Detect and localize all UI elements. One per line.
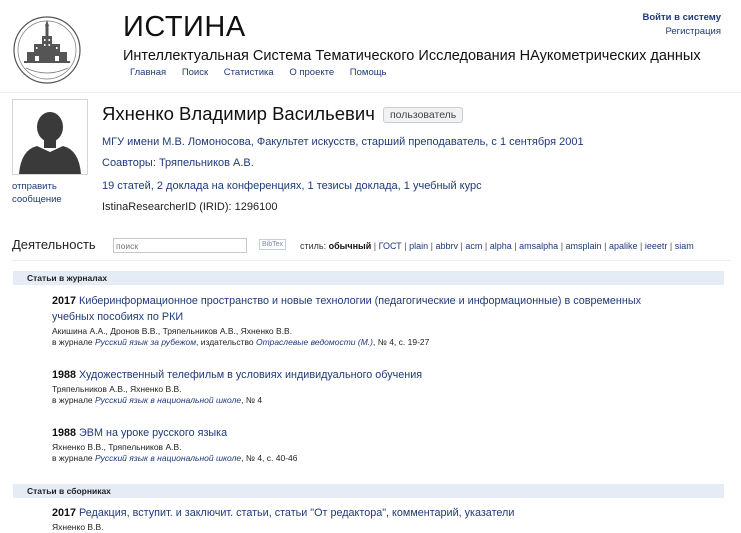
person-name: Яхненко Владимир Васильевич bbox=[102, 103, 375, 124]
section-heading-collection-articles: Статьи в сборниках bbox=[13, 484, 724, 498]
publication-item: 1988 ЭВМ на уроке русского языка Яхненко… bbox=[52, 425, 672, 464]
top-nav: Главная Поиск Статистика О проекте Помощ… bbox=[130, 67, 400, 78]
header-divider bbox=[0, 92, 741, 93]
publication-item: 1988 Художественный телефильм в условиях… bbox=[52, 367, 672, 406]
publication-authors[interactable]: Акишина А.А., Дронов В.В., Тряпельников … bbox=[52, 326, 672, 337]
nav-about-link[interactable]: О проекте bbox=[289, 67, 334, 78]
style-option-alpha[interactable]: alpha bbox=[490, 241, 512, 251]
publication-title[interactable]: 1988 Художественный телефильм в условиях… bbox=[52, 367, 672, 383]
person-silhouette-icon bbox=[13, 100, 87, 174]
site-subtitle: Интеллектуальная Система Тематического И… bbox=[123, 48, 701, 64]
coauthors-link[interactable]: Соавторы: Тряпельников А.В. bbox=[102, 157, 254, 169]
style-option-apalike[interactable]: apalike bbox=[609, 241, 638, 251]
publication-item: 2017 Киберинформационное пространство и … bbox=[52, 293, 672, 348]
publication-year: 2017 bbox=[52, 295, 77, 307]
publication-authors[interactable]: Яхненко В.В., Тряпельников А.В. bbox=[52, 442, 672, 453]
activity-title: Деятельность bbox=[12, 237, 96, 252]
publication-counts-link[interactable]: 19 статей, 2 доклада на конференциях, 1 … bbox=[102, 180, 482, 192]
style-option-amsplain[interactable]: amsplain bbox=[566, 241, 602, 251]
journal-link[interactable]: Русский язык в национальной школе bbox=[95, 453, 241, 463]
publication-source: в журнале Русский язык в национальной шк… bbox=[52, 395, 263, 405]
nav-home-link[interactable]: Главная bbox=[130, 67, 166, 78]
publication-title[interactable]: 2017 Редакция, вступит. и заключит. стат… bbox=[52, 505, 672, 521]
style-label: стиль: bbox=[300, 241, 327, 251]
journal-link[interactable]: Русский язык за рубежом bbox=[95, 337, 196, 347]
publication-year: 1988 bbox=[52, 427, 77, 439]
avatar bbox=[12, 99, 88, 175]
researcher-id: IstinaResearcherID (IRID): 1296100 bbox=[102, 201, 278, 213]
publication-year: 1988 bbox=[52, 369, 77, 381]
style-option-default[interactable]: обычный bbox=[329, 241, 372, 251]
role-badge: пользователь bbox=[383, 107, 464, 123]
section-heading-journal-articles: Статьи в журналах bbox=[13, 271, 724, 285]
login-link[interactable]: Войти в систему bbox=[642, 11, 721, 25]
publication-title[interactable]: 2017 Киберинформационное пространство и … bbox=[52, 293, 672, 325]
style-option-plain[interactable]: plain bbox=[409, 241, 428, 251]
style-option-amsalpha[interactable]: amsalpha bbox=[519, 241, 558, 251]
style-option-gost[interactable]: ГОСТ bbox=[379, 241, 402, 251]
nav-search-link[interactable]: Поиск bbox=[182, 67, 208, 78]
activity-divider bbox=[12, 260, 730, 261]
publication-title-text[interactable]: Редакция, вступит. и заключит. статьи, с… bbox=[79, 507, 514, 519]
publication-title[interactable]: 1988 ЭВМ на уроке русского языка bbox=[52, 425, 672, 441]
activity-search-input[interactable] bbox=[113, 238, 247, 253]
journal-link[interactable]: Русский язык в национальной школе bbox=[95, 395, 241, 405]
affiliation-link[interactable]: МГУ имени М.В. Ломоносова, Факультет иск… bbox=[102, 136, 584, 148]
publication-source: в журнале Русский язык в национальной шк… bbox=[52, 453, 298, 463]
citation-style-selector: стиль: обычный | ГОСТ | plain | abbrv | … bbox=[300, 241, 694, 251]
nav-statistics-link[interactable]: Статистика bbox=[224, 67, 274, 78]
publisher-link[interactable]: Отраслевые ведомости (М.) bbox=[256, 337, 373, 347]
style-option-abbrv[interactable]: abbrv bbox=[435, 241, 458, 251]
send-message-link[interactable]: отправить сообщение bbox=[12, 180, 82, 206]
publication-title-text[interactable]: Киберинформационное пространство и новые… bbox=[52, 295, 641, 323]
bibtex-button[interactable]: BibTex bbox=[259, 239, 287, 250]
publication-authors[interactable]: Тряпельников А.В., Яхненко В.В. bbox=[52, 384, 672, 395]
publication-year: 2017 bbox=[52, 507, 77, 519]
publication-authors[interactable]: Яхненко В.В. bbox=[52, 522, 672, 533]
publication-title-text[interactable]: ЭВМ на уроке русского языка bbox=[79, 427, 227, 439]
publication-item: 2017 Редакция, вступит. и заключит. стат… bbox=[52, 505, 672, 533]
msu-logo[interactable] bbox=[12, 12, 82, 88]
register-link[interactable]: Регистрация bbox=[642, 25, 721, 39]
style-option-acm[interactable]: acm bbox=[465, 241, 482, 251]
auth-links: Войти в систему Регистрация bbox=[642, 11, 721, 39]
publication-source: в журнале Русский язык за рубежом, издат… bbox=[52, 337, 430, 347]
site-title[interactable]: ИСТИНА bbox=[123, 11, 246, 44]
nav-help-link[interactable]: Помощь bbox=[350, 67, 387, 78]
style-option-ieeetr[interactable]: ieeetr bbox=[645, 241, 668, 251]
publication-title-text[interactable]: Художественный телефильм в условиях инди… bbox=[79, 369, 422, 381]
style-option-siam[interactable]: siam bbox=[675, 241, 694, 251]
